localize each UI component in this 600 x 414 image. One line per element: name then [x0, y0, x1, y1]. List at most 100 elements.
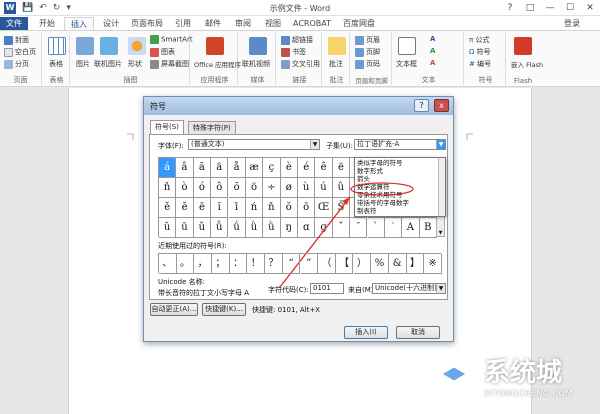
shortcut-key-button[interactable]: 快捷键(K)... — [202, 303, 246, 316]
tab-view[interactable]: 视图 — [260, 17, 286, 30]
recent-symbol-cell[interactable]: % — [371, 254, 389, 274]
dialog-help-button[interactable]: ? — [414, 99, 429, 112]
subset-option[interactable]: 零杂技术用符号 — [357, 191, 403, 199]
tab-design[interactable]: 设计 — [98, 17, 124, 30]
equation-button[interactable]: π 公式 — [469, 35, 489, 45]
symbol-cell[interactable]: ã — [193, 158, 212, 178]
close-icon[interactable]: ✕ — [580, 0, 600, 16]
symbol-cell[interactable]: Β — [419, 218, 437, 238]
dialog-close-button[interactable]: x — [434, 99, 449, 112]
tab-baidu[interactable]: 百度网盘 — [338, 17, 380, 30]
symbol-cell[interactable]: ù — [298, 178, 316, 198]
symbol-cell[interactable]: ë — [332, 158, 351, 178]
help-button[interactable]: ? — [500, 0, 520, 16]
login-link[interactable]: 登录 — [564, 18, 580, 29]
tab-mailings[interactable]: 邮件 — [200, 17, 226, 30]
symbol-cell[interactable]: å — [228, 158, 246, 178]
symbol-cell[interactable]: ó — [193, 178, 212, 198]
numbering-button[interactable]: # 编号 — [469, 59, 491, 69]
table-button[interactable]: 表格 — [49, 59, 63, 69]
recent-symbol-cell[interactable]: （ — [318, 254, 336, 274]
symbol-cell[interactable]: è — [280, 158, 298, 178]
symbol-cell[interactable]: ˇ — [332, 218, 351, 238]
symbol-cell[interactable]: Š — [332, 198, 351, 218]
ribbon-display-icon[interactable]: □ — [520, 0, 540, 16]
footer-button[interactable]: 页脚 — [355, 47, 380, 57]
recent-symbol-cell[interactable]: ” — [300, 254, 319, 274]
recent-symbol-cell[interactable]: ， — [194, 254, 212, 274]
symbol-cell[interactable]: ŋ — [280, 218, 298, 238]
tab-insert[interactable]: 插入 — [64, 17, 94, 30]
cover-page-button[interactable]: 封面 — [4, 35, 29, 45]
symbol-cell[interactable]: õ — [228, 178, 246, 198]
symbol-cell[interactable]: ä — [211, 158, 229, 178]
symbol-cell[interactable]: ǜ — [263, 218, 281, 238]
recent-symbol-cell[interactable]: ； — [212, 254, 230, 274]
symbol-cell[interactable]: ˋ — [367, 218, 385, 238]
tab-references[interactable]: 引用 — [170, 17, 196, 30]
table-icon[interactable] — [48, 37, 66, 55]
quick-parts-button[interactable]: A — [430, 35, 435, 43]
symbol-cell[interactable]: û — [332, 178, 351, 198]
symbol-cell[interactable]: Α — [402, 218, 420, 238]
tab-layout[interactable]: 页面布局 — [128, 17, 166, 30]
embed-flash-button[interactable]: 嵌入 Flash — [511, 59, 543, 69]
tab-symbols[interactable]: 符号(S) — [150, 120, 184, 134]
symbol-cell[interactable]: é — [298, 158, 316, 178]
subset-option[interactable]: 类似字母的符号 — [357, 159, 403, 167]
symbol-cell[interactable]: ÷ — [263, 178, 281, 198]
recent-symbol-cell[interactable]: “ — [282, 254, 301, 274]
symbol-cell[interactable]: ń — [245, 198, 264, 218]
maximize-icon[interactable]: ☐ — [560, 0, 580, 16]
symbol-button[interactable]: Ω 符号 — [469, 47, 491, 57]
text-box-button[interactable]: 文本框 — [396, 59, 417, 69]
subset-option[interactable]: 带括号的字母数字 — [357, 199, 409, 207]
chart-button[interactable]: 图表 — [150, 47, 175, 57]
subset-select[interactable]: 拉丁语扩充-A ▼ — [354, 139, 446, 150]
symbol-cell[interactable]: ú — [315, 178, 333, 198]
office-apps-icon[interactable] — [206, 37, 224, 55]
symbol-cell[interactable]: ŭ — [159, 218, 177, 238]
smartart-button[interactable]: SmartArt — [150, 35, 193, 44]
tab-special-characters[interactable]: 特殊字符(P) — [188, 121, 236, 134]
symbol-cell[interactable]: ɡ — [315, 218, 333, 238]
subset-option[interactable]: 箭头 — [357, 175, 370, 183]
text-box-icon[interactable] — [398, 37, 416, 55]
symbol-cell[interactable]: ē — [193, 198, 212, 218]
subset-option[interactable]: 制表符 — [357, 207, 377, 215]
online-video-button[interactable]: 联机视频 — [242, 59, 270, 69]
recent-symbol-cell[interactable]: & — [388, 254, 407, 274]
header-button[interactable]: 页眉 — [355, 35, 380, 45]
insert-button[interactable]: 插入(I) — [344, 326, 388, 339]
recent-symbol-cell[interactable]: ？ — [265, 254, 283, 274]
symbol-cell[interactable]: æ — [245, 158, 264, 178]
symbol-cell[interactable]: ō — [298, 198, 316, 218]
cross-reference-button[interactable]: 交叉引用 — [281, 59, 320, 69]
minimize-icon[interactable]: — — [540, 0, 560, 16]
tab-review[interactable]: 审阅 — [230, 17, 256, 30]
shapes-button[interactable]: 形状 — [128, 59, 142, 69]
symbol-cell[interactable]: ī — [228, 198, 246, 218]
tab-home[interactable]: 开始 — [34, 17, 60, 30]
symbol-cell[interactable]: ǚ — [211, 218, 229, 238]
symbol-cell[interactable]: ŏ — [280, 198, 298, 218]
screenshot-button[interactable]: 屏幕截图 — [150, 59, 189, 69]
symbol-cell[interactable]: ĕ — [176, 198, 194, 218]
bookmark-button[interactable]: 书签 — [281, 47, 306, 57]
picture-icon[interactable] — [76, 37, 94, 55]
symbol-cell[interactable]: ö — [245, 178, 264, 198]
symbol-cell[interactable]: ˉ — [350, 218, 368, 238]
subset-option[interactable]: 数学运算符 — [357, 183, 390, 191]
online-picture-icon[interactable] — [100, 37, 118, 55]
cancel-button[interactable]: 取消 — [396, 326, 440, 339]
symbol-cell[interactable]: ň — [159, 178, 177, 198]
online-picture-button[interactable]: 联机图片 — [94, 59, 122, 69]
online-video-icon[interactable] — [249, 37, 267, 55]
symbol-cell[interactable]: ç — [263, 158, 281, 178]
comment-icon[interactable] — [328, 37, 346, 55]
symbol-cell[interactable]: ū — [176, 218, 194, 238]
recent-symbol-cell[interactable]: 【 — [335, 254, 354, 274]
drop-cap-button[interactable]: A — [430, 59, 435, 67]
from-select[interactable]: Unicode(十六进制) ▼ — [372, 283, 446, 294]
recent-symbol-cell[interactable]: ： — [229, 254, 248, 274]
